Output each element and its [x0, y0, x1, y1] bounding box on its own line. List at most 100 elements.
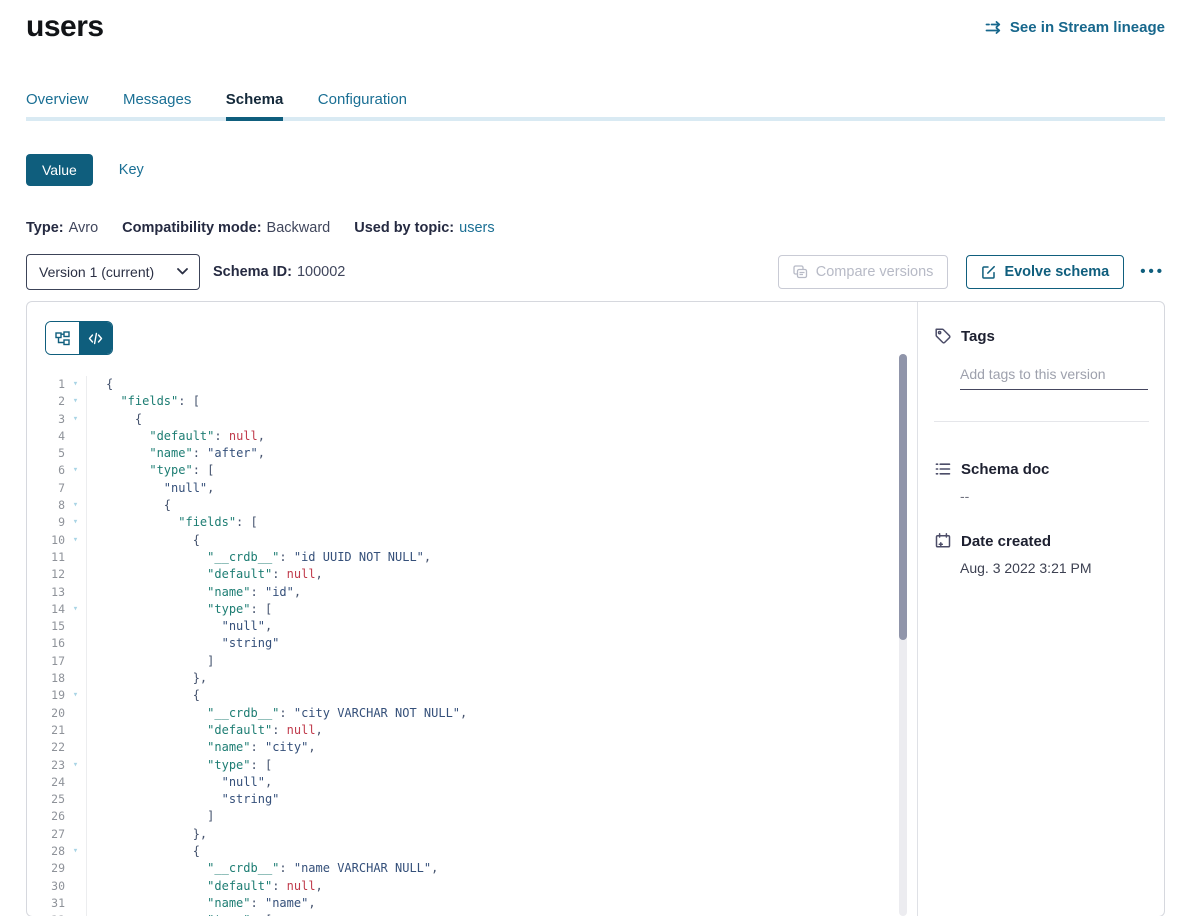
fold-toggle-icon[interactable]: ▾ [65, 687, 87, 704]
line-number: 9 [27, 514, 65, 531]
code-line: 20 "__crdb__": "city VARCHAR NOT NULL", [27, 705, 917, 722]
line-number: 19 [27, 687, 65, 704]
schema-doc-title: Schema doc [961, 461, 1049, 478]
stream-lineage-link[interactable]: See in Stream lineage [985, 19, 1165, 36]
evolve-schema-button[interactable]: Evolve schema [966, 255, 1124, 289]
more-options-button[interactable]: ••• [1140, 255, 1165, 289]
code-line: 21 "default": null, [27, 722, 917, 739]
tags-title: Tags [961, 328, 995, 345]
code-content: "name": "id", [87, 584, 301, 601]
fold-toggle-icon[interactable]: ▾ [65, 462, 87, 479]
code-line: 9▾ "fields": [ [27, 514, 917, 531]
evolve-schema-icon [981, 265, 996, 280]
sidebar-divider [934, 421, 1149, 422]
line-number: 20 [27, 705, 65, 722]
code-line: 24 "null", [27, 774, 917, 791]
fold-gutter [65, 670, 87, 687]
code-content: "string" [87, 791, 279, 808]
fold-gutter [65, 445, 87, 462]
schema-doc-section: Schema doc -- [934, 460, 1149, 504]
fold-gutter [65, 618, 87, 635]
fold-toggle-icon[interactable]: ▾ [65, 393, 87, 410]
page-title: users [26, 10, 104, 44]
line-number: 8 [27, 497, 65, 514]
code-content: { [87, 411, 142, 428]
code-content: }, [87, 670, 207, 687]
line-number: 31 [27, 895, 65, 912]
code-line: 2▾ "fields": [ [27, 393, 917, 410]
code-line: 25 "string" [27, 791, 917, 808]
fold-toggle-icon[interactable]: ▾ [65, 497, 87, 514]
code-scrollbar-thumb[interactable] [899, 354, 907, 640]
code-content: "name": "city", [87, 739, 316, 756]
tags-header: Tags [934, 327, 1149, 345]
code-content: "name": "name", [87, 895, 316, 912]
line-number: 21 [27, 722, 65, 739]
key-toggle-link[interactable]: Key [119, 162, 144, 178]
evolve-schema-label: Evolve schema [1004, 264, 1109, 280]
code-content: "type": [ [87, 462, 214, 479]
fold-gutter [65, 791, 87, 808]
line-number: 13 [27, 584, 65, 601]
code-line: 3▾ { [27, 411, 917, 428]
fold-gutter [65, 480, 87, 497]
code-line: 1▾{ [27, 376, 917, 393]
add-tags-input[interactable] [960, 366, 1148, 390]
fold-toggle-icon[interactable]: ▾ [65, 411, 87, 428]
fold-toggle-icon[interactable]: ▾ [65, 757, 87, 774]
schema-sidebar: Tags Schema doc -- [917, 302, 1164, 916]
line-number: 30 [27, 878, 65, 895]
schema-id-label: Schema ID: [213, 264, 292, 280]
fold-toggle-icon[interactable]: ▾ [65, 376, 87, 393]
code-content: "null", [87, 774, 272, 791]
code-line: 6▾ "type": [ [27, 462, 917, 479]
code-content: }, [87, 826, 207, 843]
code-line: 30 "default": null, [27, 878, 917, 895]
fold-toggle-icon[interactable]: ▾ [65, 843, 87, 860]
code-line: 29 "__crdb__": "name VARCHAR NULL", [27, 860, 917, 877]
line-number: 29 [27, 860, 65, 877]
code-content: "default": null, [87, 566, 323, 583]
schema-meta-row: Type:Avro Compatibility mode:Backward Us… [26, 220, 1165, 236]
schema-doc-value: -- [960, 488, 1149, 504]
code-content: "null", [87, 618, 272, 635]
meta-compatibility: Compatibility mode:Backward [122, 220, 330, 236]
tree-view-button[interactable] [46, 322, 79, 354]
line-number: 3 [27, 411, 65, 428]
code-line: 32▾ "type": [ [27, 912, 917, 916]
fold-gutter [65, 739, 87, 756]
fold-gutter [65, 722, 87, 739]
value-toggle-button[interactable]: Value [26, 154, 93, 186]
code-content: { [87, 376, 113, 393]
fold-gutter [65, 566, 87, 583]
page-header: users See in Stream lineage [26, 10, 1165, 44]
code-content: "fields": [ [87, 393, 200, 410]
fold-gutter [65, 774, 87, 791]
code-line: 23▾ "type": [ [27, 757, 917, 774]
tab-schema[interactable]: Schema [226, 91, 284, 121]
code-line: 12 "default": null, [27, 566, 917, 583]
value-key-toggle: Value Key [26, 154, 1165, 186]
fold-gutter [65, 635, 87, 652]
date-created-section: Date created Aug. 3 2022 3:21 PM [934, 532, 1149, 576]
fold-toggle-icon[interactable]: ▾ [65, 532, 87, 549]
line-number: 14 [27, 601, 65, 618]
line-number: 27 [27, 826, 65, 843]
code-content: "default": null, [87, 878, 323, 895]
line-number: 24 [27, 774, 65, 791]
fold-toggle-icon[interactable]: ▾ [65, 912, 87, 916]
fold-toggle-icon[interactable]: ▾ [65, 601, 87, 618]
code-content: "string" [87, 635, 279, 652]
compare-versions-button[interactable]: Compare versions [778, 255, 949, 289]
code-line: 17 ] [27, 653, 917, 670]
date-created-title: Date created [961, 533, 1051, 550]
version-select[interactable]: Version 1 (current) [26, 254, 200, 290]
fold-toggle-icon[interactable]: ▾ [65, 514, 87, 531]
fold-gutter [65, 895, 87, 912]
schema-id: Schema ID:100002 [213, 264, 345, 280]
code-content: { [87, 497, 171, 514]
code-scrollbar-track[interactable] [899, 354, 907, 916]
topic-link[interactable]: users [459, 220, 494, 236]
code-view-button[interactable] [79, 322, 112, 354]
meta-compat-value: Backward [267, 220, 331, 236]
